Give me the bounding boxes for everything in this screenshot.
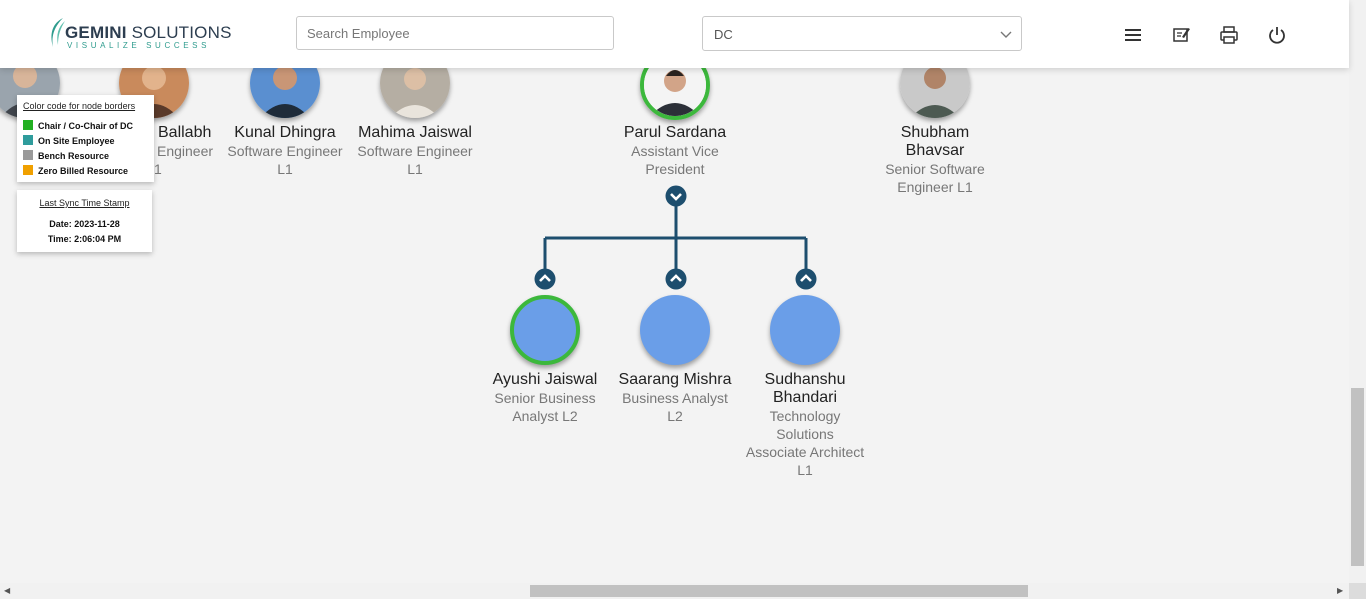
collapse-toggle-icon[interactable] [665,185,687,207]
expand-toggle-icon[interactable] [534,268,556,290]
expand-toggle-icon[interactable] [795,268,817,290]
legend-swatch [23,120,33,130]
employee-node[interactable]: Saarang Mishra Business Analyst L2 [600,371,750,425]
employee-title-line2: L2 [667,408,683,424]
notes-edit-icon[interactable] [1170,24,1192,46]
printer-icon[interactable] [1218,24,1240,46]
scroll-left-arrow-icon[interactable]: ◀ [4,586,10,595]
horizontal-scroll-thumb[interactable] [530,585,1028,597]
menu-icon[interactable] [1122,24,1144,46]
logo-brand-rest: SOLUTIONS [126,23,232,42]
horizontal-scrollbar[interactable]: ◀ ▶ [0,583,1349,599]
employee-title-line2: Analyst L2 [512,408,578,424]
logo-mark-icon [51,18,65,47]
legend-swatch [23,150,33,160]
power-icon[interactable] [1266,24,1288,46]
sync-timestamp-panel: Last Sync Time Stamp Date: 2023-11-28 Ti… [17,190,152,252]
vertical-scrollbar[interactable] [1349,0,1366,583]
color-legend: Color code for node borders Chair / Co-C… [17,95,154,182]
legend-label: On Site Employee [38,136,115,146]
avatar[interactable] [640,295,710,365]
expand-toggle-icon[interactable] [665,268,687,290]
gemini-logo[interactable]: GEMINI SOLUTIONS VISUALIZE SUCCESS [47,17,231,51]
employee-node[interactable]: Ayushi Jaiswal Senior Business Analyst L… [470,371,620,425]
legend-label: Zero Billed Resource [38,166,129,176]
employee-title: Business Analyst [622,390,728,406]
legend-item: On Site Employee [23,135,115,147]
org-connector-lines [543,204,808,272]
dc-dropdown[interactable]: DC [702,16,1022,51]
logo-tagline: VISUALIZE SUCCESS [67,41,211,50]
avatar[interactable] [510,295,580,365]
vertical-scroll-thumb[interactable] [1351,388,1364,566]
employee-name: Sudhanshu [764,371,846,388]
avatar[interactable] [770,295,840,365]
sync-title: Last Sync Time Stamp [39,198,130,208]
legend-label: Bench Resource [38,151,110,161]
search-employee-input[interactable] [296,16,614,50]
scroll-right-arrow-icon[interactable]: ▶ [1337,586,1343,595]
scrollbar-corner [1349,583,1366,599]
employee-name: Ayushi Jaiswal [492,371,598,388]
legend-item: Chair / Co-Chair of DC [23,120,133,132]
employee-name: Saarang Mishra [618,371,732,388]
legend-item: Zero Billed Resource [23,165,128,177]
employee-title-line3: Associate Architect [745,444,865,460]
legend-item: Bench Resource [23,150,109,162]
employee-node[interactable]: Sudhanshu Bhandari Technology Solutions … [730,371,880,479]
chevron-down-icon [1000,31,1012,38]
sync-date: Date: 2023-11-28 [49,219,120,229]
employee-title-line2: Solutions [776,426,834,442]
sync-time: Time: 2:06:04 PM [47,234,122,244]
employee-title: Senior Business [494,390,596,406]
employee-name-line2: Bhandari [772,389,838,406]
dc-dropdown-value: DC [714,27,733,42]
employee-title-line4: L1 [797,462,813,478]
employee-title: Technology [769,408,841,424]
legend-swatch [23,135,33,145]
legend-label: Chair / Co-Chair of DC [38,121,134,131]
legend-swatch [23,165,33,175]
top-bar: GEMINI SOLUTIONS VISUALIZE SUCCESS DC [0,0,1349,68]
legend-title: Color code for node borders [23,101,136,111]
logo-brand-bold: GEMINI [65,23,127,42]
